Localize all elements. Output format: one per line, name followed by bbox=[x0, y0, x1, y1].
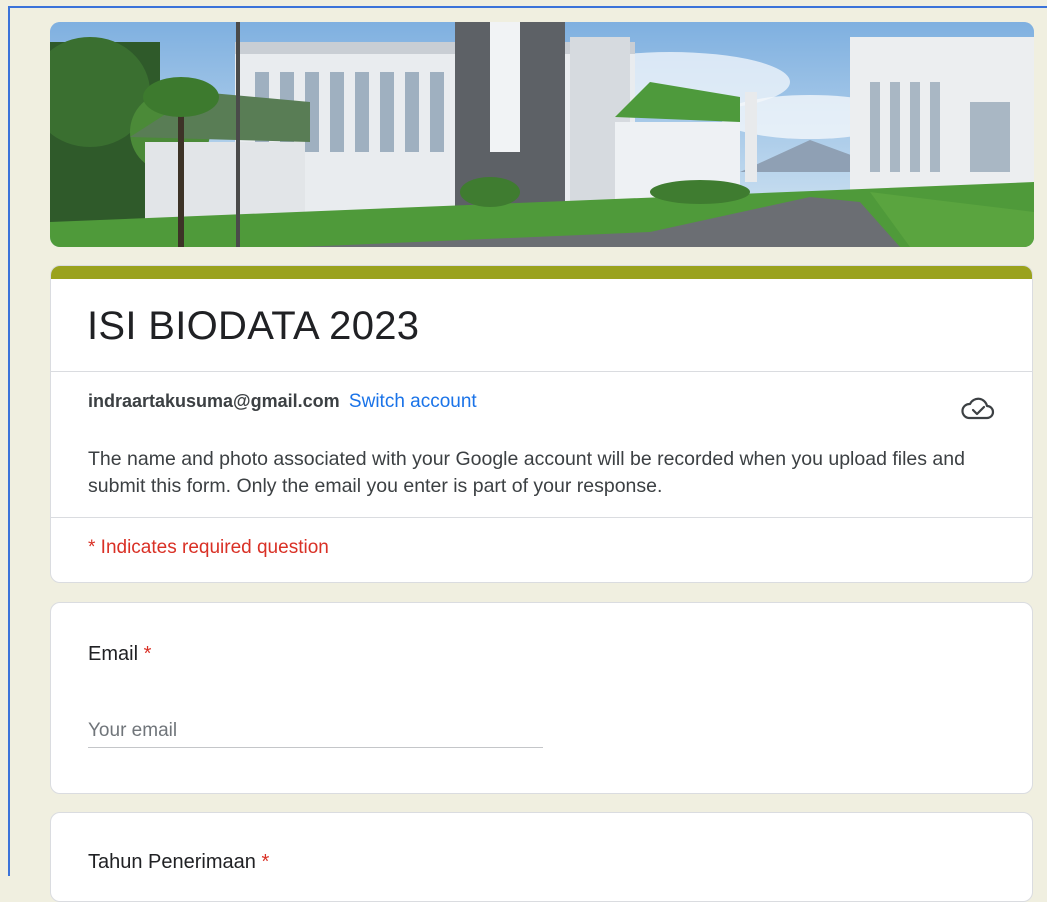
accent-bar bbox=[51, 266, 1032, 279]
required-asterisk: * bbox=[261, 851, 270, 873]
question-title: Email bbox=[88, 643, 139, 665]
cloud-check-icon bbox=[961, 397, 995, 420]
form-header-card: ISI BIODATA 2023 indraartakusuma@gmail.c… bbox=[50, 265, 1033, 583]
account-row: indraartakusuma@gmail.com Switch account bbox=[88, 391, 477, 413]
divider bbox=[51, 371, 1032, 372]
switch-account-link[interactable]: Switch account bbox=[349, 391, 477, 412]
question-card-tahun-penerimaan: Tahun Penerimaan * bbox=[50, 812, 1033, 902]
privacy-notice: The name and photo associated with your … bbox=[88, 448, 965, 497]
account-email: indraartakusuma@gmail.com bbox=[88, 391, 340, 411]
required-asterisk: * bbox=[143, 643, 152, 665]
question-title: Tahun Penerimaan bbox=[88, 851, 256, 873]
divider bbox=[51, 517, 1032, 518]
question-label: Email * bbox=[88, 643, 151, 666]
header-banner-image bbox=[50, 22, 1034, 247]
email-input[interactable] bbox=[88, 715, 543, 748]
form-title: ISI BIODATA 2023 bbox=[87, 304, 420, 348]
question-card-email: Email * bbox=[50, 602, 1033, 794]
required-note: * Indicates required question bbox=[88, 537, 329, 558]
